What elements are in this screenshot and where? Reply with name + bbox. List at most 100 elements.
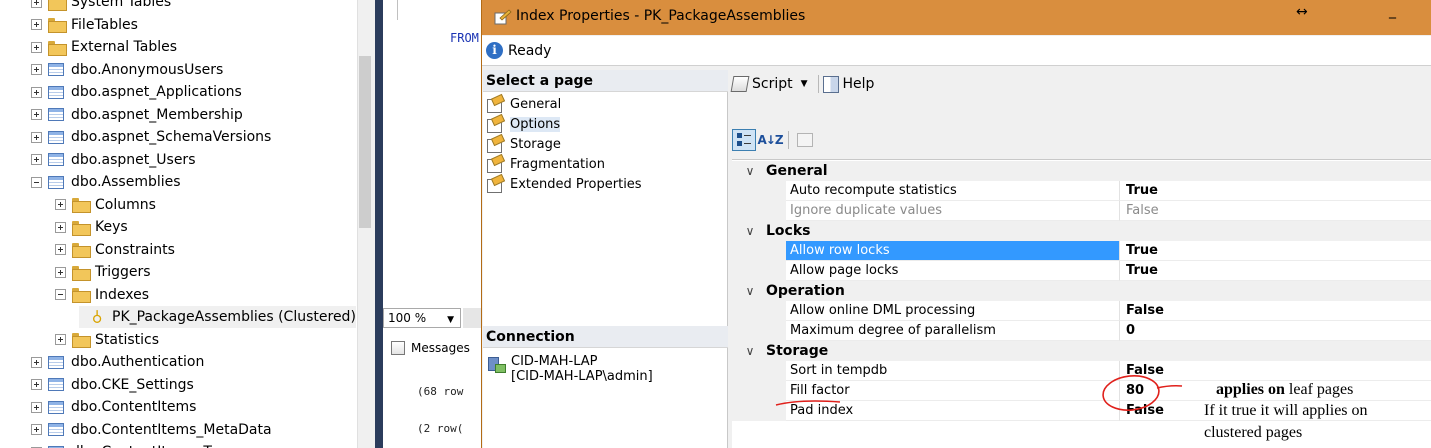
category-label: General [766, 163, 828, 179]
tree-item[interactable]: Indexes [55, 284, 149, 306]
tree-item[interactable]: dbo.Assemblies [31, 171, 181, 193]
tree-item[interactable]: Constraints [55, 239, 175, 261]
expand-icon[interactable] [31, 154, 42, 165]
expand-icon[interactable] [31, 401, 42, 413]
output-line-2: (2 row( [417, 422, 464, 435]
tree-item[interactable]: Statistics [55, 329, 159, 351]
tree-item[interactable]: System Tables [31, 0, 171, 13]
expand-icon[interactable] [31, 64, 42, 75]
property-value[interactable]: True [1120, 181, 1431, 201]
select-page-header: Select a page [483, 70, 728, 92]
category-storage[interactable]: ∨ Storage [732, 341, 1431, 361]
property-value[interactable]: True [1120, 261, 1431, 281]
expand-icon[interactable] [31, 356, 42, 368]
chevron-down-icon[interactable]: ∨ [740, 164, 760, 178]
tree-item[interactable]: dbo.ContentItems_Tags [31, 441, 234, 448]
tree-item[interactable]: Triggers [55, 261, 151, 283]
tree-item-label: dbo.AnonymousUsers [71, 61, 224, 78]
property-value[interactable]: True [1120, 241, 1431, 261]
expand-icon[interactable] [31, 379, 42, 390]
tree-item-label: dbo.aspnet_SchemaVersions [71, 129, 272, 145]
category-locks[interactable]: ∨ Locks [732, 221, 1431, 241]
page-item-fragmentation[interactable]: Fragmentation [486, 154, 605, 174]
collapse-icon[interactable] [31, 176, 42, 188]
tree-item[interactable]: ⚲ PK_PackageAssemblies (Clustered) [79, 306, 356, 328]
expand-icon[interactable] [31, 86, 42, 98]
dialog-title-bar[interactable]: Index Properties - PK_PackageAssemblies … [482, 0, 1431, 35]
alphabetical-button[interactable]: A↓Z [757, 129, 783, 151]
property-name: Auto recompute statistics [786, 181, 1120, 201]
tree-item[interactable]: Keys [55, 216, 128, 238]
expand-icon[interactable] [55, 221, 66, 233]
expand-icon[interactable] [31, 424, 42, 435]
tree-item-label: Triggers [95, 264, 151, 280]
property-pages-button[interactable] [793, 129, 817, 151]
collapse-icon[interactable] [55, 289, 66, 300]
tree-item[interactable]: dbo.Authentication [31, 351, 204, 373]
page-item-general[interactable]: General [486, 94, 561, 114]
category-operation[interactable]: ∨ Operation [732, 281, 1431, 301]
tree-item[interactable]: dbo.ContentItems_MetaData [31, 419, 272, 441]
messages-tab[interactable]: Messages [391, 338, 470, 358]
page-item-label: General [510, 96, 562, 112]
tree-item[interactable]: dbo.aspnet_SchemaVersions [31, 126, 271, 148]
page-item-storage[interactable]: Storage [486, 134, 561, 154]
tree-item[interactable]: dbo.aspnet_Applications [31, 81, 242, 103]
annotation-line-2: If it true it will applies on [1204, 402, 1368, 419]
tree-item[interactable]: dbo.ContentItems [31, 396, 196, 418]
expand-icon[interactable] [31, 109, 42, 120]
help-button[interactable]: Help [822, 75, 874, 93]
property-row[interactable]: Maximum degree of parallelism 0 [732, 321, 1431, 341]
property-row[interactable]: Allow online DML processing False [732, 301, 1431, 321]
tree-item[interactable]: External Tables [31, 36, 177, 58]
property-gutter [732, 401, 786, 421]
chevron-down-icon[interactable]: ∨ [740, 224, 760, 238]
resize-icon[interactable]: ↔ [1296, 4, 1308, 20]
category-general[interactable]: ∨ General [732, 161, 1431, 181]
connection-user: [CID-MAH-LAP\admin] [511, 369, 653, 384]
chevron-down-icon[interactable]: ▼ [801, 79, 808, 89]
query-editor[interactable]: FROM 100 % ▼ Messages (68 row (2 row( [383, 0, 481, 448]
toolbar-separator [817, 75, 819, 93]
property-row[interactable]: Allow page locks True [732, 261, 1431, 281]
expand-icon[interactable] [31, 19, 42, 30]
tree-item[interactable]: dbo.CKE_Settings [31, 374, 194, 396]
editor-hscroll[interactable] [463, 308, 481, 328]
categorized-button[interactable] [732, 129, 756, 151]
property-value[interactable]: False [1120, 361, 1431, 381]
property-page-icon [486, 156, 504, 173]
zoom-dropdown[interactable]: 100 % ▼ [383, 308, 461, 328]
table-icon [48, 378, 64, 391]
chevron-down-icon[interactable]: ∨ [740, 284, 760, 298]
expand-icon[interactable] [55, 244, 66, 255]
page-item-options[interactable]: Options [486, 114, 561, 134]
minimize-button[interactable]: _ [1389, 3, 1396, 19]
expand-icon[interactable] [31, 131, 42, 143]
tree-scrollbar-thumb[interactable] [359, 56, 371, 228]
folder-icon [72, 333, 91, 348]
tree-item[interactable]: Columns [55, 194, 156, 216]
expand-icon[interactable] [31, 0, 42, 8]
property-value[interactable]: False [1120, 301, 1431, 321]
tree-item[interactable]: dbo.aspnet_Membership [31, 104, 243, 126]
page-item-extended-properties[interactable]: Extended Properties [486, 174, 642, 194]
property-row[interactable]: Sort in tempdb False [732, 361, 1431, 381]
property-value[interactable]: 0 [1120, 321, 1431, 341]
expand-icon[interactable] [55, 266, 66, 278]
tree-item[interactable]: dbo.AnonymousUsers [31, 59, 223, 81]
connection-info[interactable]: CID-MAH-LAP [CID-MAH-LAP\admin] [487, 354, 653, 384]
expand-icon[interactable] [55, 334, 66, 345]
editor-splitter[interactable] [375, 0, 383, 448]
tree-item[interactable]: FileTables [31, 14, 138, 36]
property-row[interactable]: Allow row locks True [732, 241, 1431, 261]
folder-icon [48, 18, 67, 33]
property-row[interactable]: Ignore duplicate values False [732, 201, 1431, 221]
expand-icon[interactable] [31, 41, 42, 53]
chevron-down-icon[interactable]: ∨ [740, 344, 760, 358]
tree-item[interactable]: dbo.aspnet_Users [31, 149, 195, 171]
property-name: Allow row locks [786, 241, 1120, 261]
page-item-label: Storage [510, 136, 561, 152]
script-button[interactable]: Script [730, 76, 793, 92]
property-row[interactable]: Auto recompute statistics True [732, 181, 1431, 201]
expand-icon[interactable] [55, 199, 66, 210]
